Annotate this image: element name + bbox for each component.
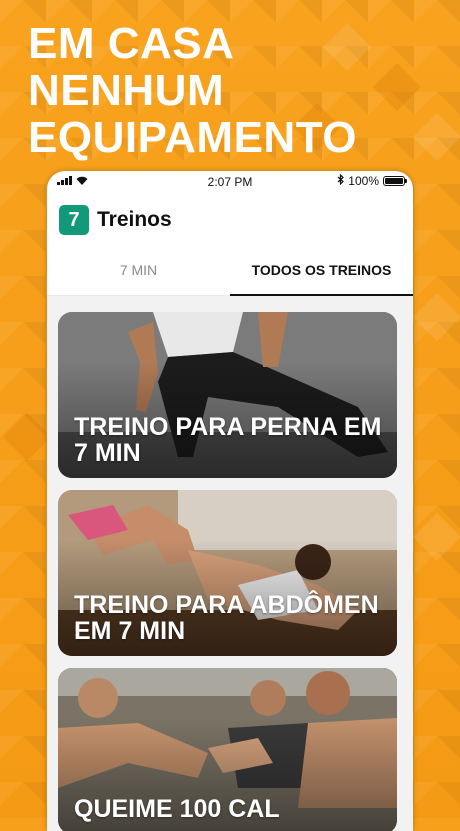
battery-percent: 100% xyxy=(348,174,379,188)
tab-7-min[interactable]: 7 MIN xyxy=(47,247,230,295)
battery-icon xyxy=(383,176,407,186)
workout-title: TREINO PARA PERNA EM 7 MIN xyxy=(74,413,382,467)
workout-card-burn[interactable]: QUEIME 100 CAL xyxy=(58,668,397,831)
workout-list: TREINO PARA PERNA EM 7 MIN TREINO PARA A… xyxy=(47,296,413,831)
headline-line: EM CASA xyxy=(28,19,235,68)
workout-title: QUEIME 100 CAL xyxy=(74,795,280,823)
headline-line: EQUIPAMENTO xyxy=(28,113,358,162)
workout-title: TREINO PARA ABDÔMEN EM 7 MIN xyxy=(74,591,379,645)
status-bar: 2:07 PM 100% xyxy=(47,171,413,193)
bluetooth-icon xyxy=(337,173,345,188)
workout-card-legs[interactable]: TREINO PARA PERNA EM 7 MIN xyxy=(58,312,397,478)
tab-bar: 7 MIN TODOS OS TREINOS xyxy=(47,247,413,296)
app-logo: 7 xyxy=(59,205,89,235)
tab-all-workouts[interactable]: TODOS OS TREINOS xyxy=(230,247,413,296)
page-title: Treinos xyxy=(97,208,172,231)
headline-line: NENHUM xyxy=(28,66,225,115)
phone-screen: 2:07 PM 100% 7 Treinos 7 MIN TODOS OS TR… xyxy=(47,171,413,831)
headline: EM CASA NENHUM EQUIPAMENTO xyxy=(28,20,357,161)
workout-card-abs[interactable]: TREINO PARA ABDÔMEN EM 7 MIN xyxy=(58,490,397,656)
